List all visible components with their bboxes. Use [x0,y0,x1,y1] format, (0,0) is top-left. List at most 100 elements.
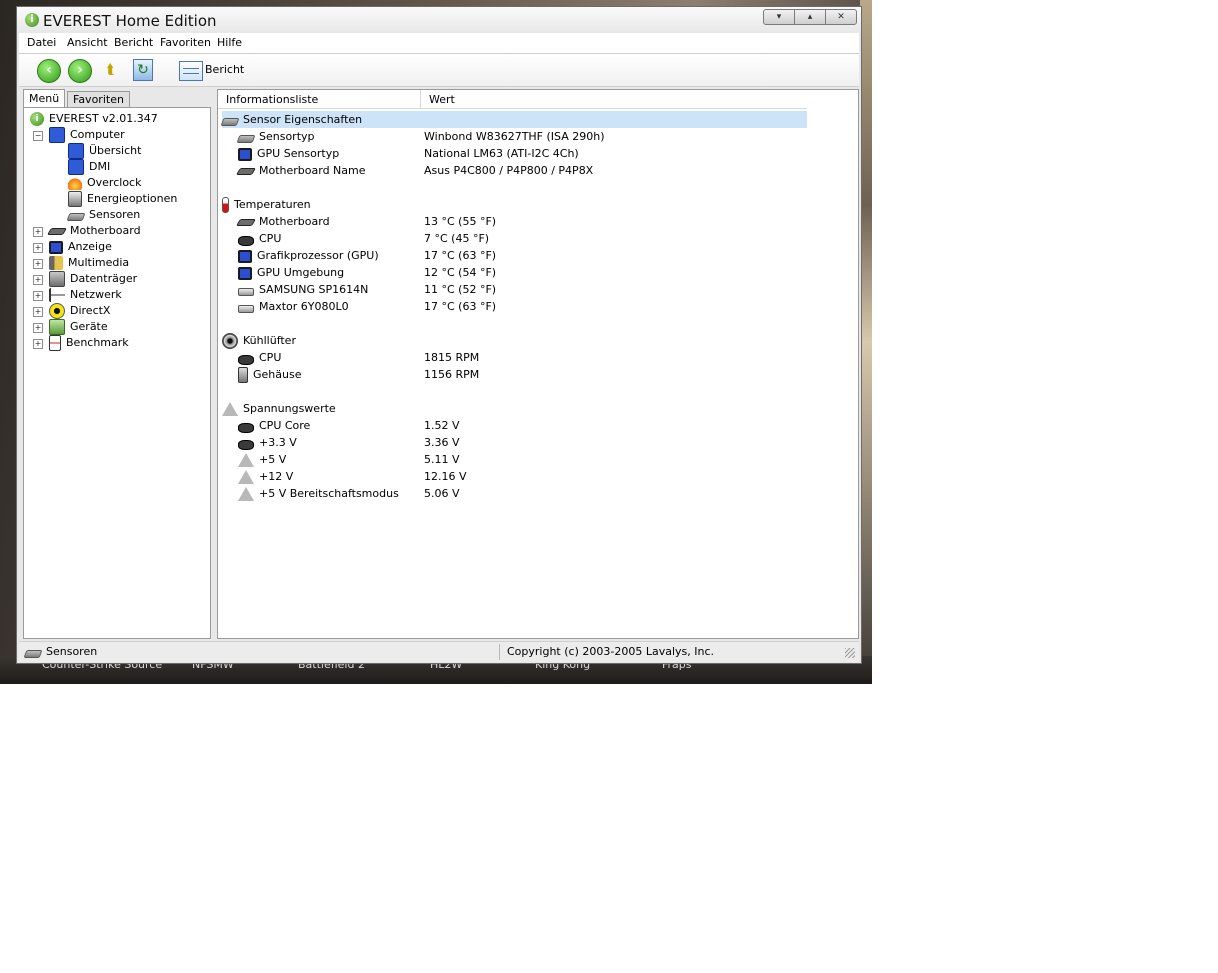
field-value: 17 °C (63 °F) [424,300,497,313]
tree-label: Datenträger [70,272,138,285]
section-title: Kühllüfter [243,334,296,347]
report-button-label[interactable]: Bericht [205,63,244,76]
resize-grip-icon[interactable] [845,648,855,658]
tree-label: Netzwerk [70,288,122,301]
tree-item-motherboard[interactable]: Motherboard [46,223,141,239]
field-label: GPU Umgebung [257,266,345,279]
computer-icon [49,127,65,143]
fan-icon [222,333,238,349]
minimize-button[interactable]: ▾ [763,9,795,25]
menu-bericht[interactable]: Bericht [114,36,153,49]
field-value: Winbond W83627THF (ISA 290h) [424,130,605,143]
field-value: 12.16 V [424,470,467,483]
tree-item-everest[interactable]: i EVEREST v2.01.347 [30,111,158,127]
section-title: Sensor Eigenschaften [243,113,363,126]
section-title: Spannungswerte [243,402,336,415]
expand-icon[interactable]: + [33,227,43,237]
computer-icon [68,159,84,175]
section-header-sensor[interactable]: Sensor Eigenschaften [220,111,807,128]
tree-item-uebersicht[interactable]: Übersicht [68,143,141,159]
field-label: +12 V [259,470,294,483]
network-icon [49,288,65,302]
field-value: 1156 RPM [424,368,480,381]
tree-label: DirectX [70,304,111,317]
hourglass-icon [49,335,61,351]
folder-up-icon[interactable]: ⮬ [101,59,121,81]
tree-label: Benchmark [66,336,129,349]
tree-item-benchmark[interactable]: Benchmark [49,335,129,351]
expand-icon[interactable]: + [33,307,43,317]
field-label: CPU Core [259,419,311,432]
tree-label: Motherboard [70,224,141,237]
field-label: Maxtor 6Y080L0 [259,300,349,313]
menu-tree: i EVEREST v2.01.347 − Computer Übersicht … [23,107,211,639]
everest-info-icon: i [30,112,44,126]
tree-label: Overclock [87,176,142,189]
forward-arrow-icon[interactable]: › [68,59,92,83]
expand-icon[interactable]: + [33,275,43,285]
field-label: +5 V [259,453,287,466]
expand-icon[interactable]: + [33,291,43,301]
field-label: SAMSUNG SP1614N [259,283,369,296]
sensor-chip-icon [236,135,256,143]
voltage-warning-icon [238,470,254,484]
report-icon[interactable] [179,61,203,81]
refresh-icon[interactable]: ↻ [133,59,153,81]
expand-icon[interactable]: + [33,243,43,253]
tree-item-anzeige[interactable]: Anzeige [49,239,112,255]
field-value: Asus P4C800 / P4P800 / P4P8X [424,164,594,177]
hard-drive-icon [49,271,65,287]
pc-case-icon [238,367,248,383]
tab-menu[interactable]: Menü [23,89,66,109]
tree-item-sensoren[interactable]: Sensoren [66,207,141,223]
thermometer-icon [222,197,229,213]
title-bar[interactable]: i EVEREST Home Edition ▾ ▴ ✕ [17,7,861,35]
tree-item-multimedia[interactable]: Multimedia [49,255,129,271]
maximize-button[interactable]: ▴ [794,9,826,25]
tree-label: Geräte [70,320,108,333]
column-header-value[interactable]: Wert [421,90,807,109]
tree-item-overclock[interactable]: Overclock [68,175,141,191]
tree-label: Sensoren [89,208,141,221]
monitor-icon [49,240,63,254]
tree-item-energieoptionen[interactable]: Energieoptionen [68,191,177,207]
menu-bar: Datei Ansicht Bericht Favoriten Hilfe [19,33,859,54]
tab-favorites[interactable]: Favoriten [67,91,130,108]
field-label: Grafikprozessor (GPU) [257,249,379,262]
collapse-icon[interactable]: − [33,131,43,141]
field-value: 5.11 V [424,453,460,466]
tree-label: EVEREST v2.01.347 [49,112,158,125]
menu-ansicht[interactable]: Ansicht [67,36,108,49]
menu-hilfe[interactable]: Hilfe [217,36,242,49]
tree-item-directx[interactable]: DirectX [49,303,110,319]
sensor-chip-icon [23,650,43,658]
speaker-icon [49,256,63,270]
expand-icon[interactable]: + [33,339,43,349]
menu-datei[interactable]: Datei [27,36,56,49]
field-value: 11 °C (52 °F) [424,283,497,296]
tree-item-geraete[interactable]: Geräte [49,319,108,335]
column-header-field[interactable]: Informationsliste [218,90,421,109]
field-value: National LM63 (ATI-I2C 4Ch) [424,147,579,160]
tree-item-computer[interactable]: Computer [49,127,125,143]
back-arrow-icon[interactable]: ‹ [37,59,61,83]
sensor-chip-icon [66,213,86,221]
tree-item-dmi[interactable]: DMI [68,159,110,175]
expand-icon[interactable]: + [33,323,43,333]
close-button[interactable]: ✕ [825,9,857,25]
tree-item-netzwerk[interactable]: Netzwerk [49,287,122,303]
tree-item-datentraeger[interactable]: Datenträger [49,271,137,287]
tree-label: Energieoptionen [87,192,178,205]
window-controls: ▾ ▴ ✕ [763,9,857,27]
monitor-icon [238,147,252,161]
cpu-icon [238,235,254,246]
tree-label: Computer [70,128,125,141]
field-label: Gehäuse [253,368,302,381]
everest-info-icon: i [25,13,39,27]
expand-icon[interactable]: + [33,259,43,269]
everest-window: i EVEREST Home Edition ▾ ▴ ✕ Datei Ansic… [16,6,862,664]
field-label: +3.3 V [259,436,297,449]
menu-favoriten[interactable]: Favoriten [160,36,211,49]
directx-icon [49,303,65,319]
navigation-pane: Menü Favoriten i EVEREST v2.01.347 − Comp… [23,89,211,639]
